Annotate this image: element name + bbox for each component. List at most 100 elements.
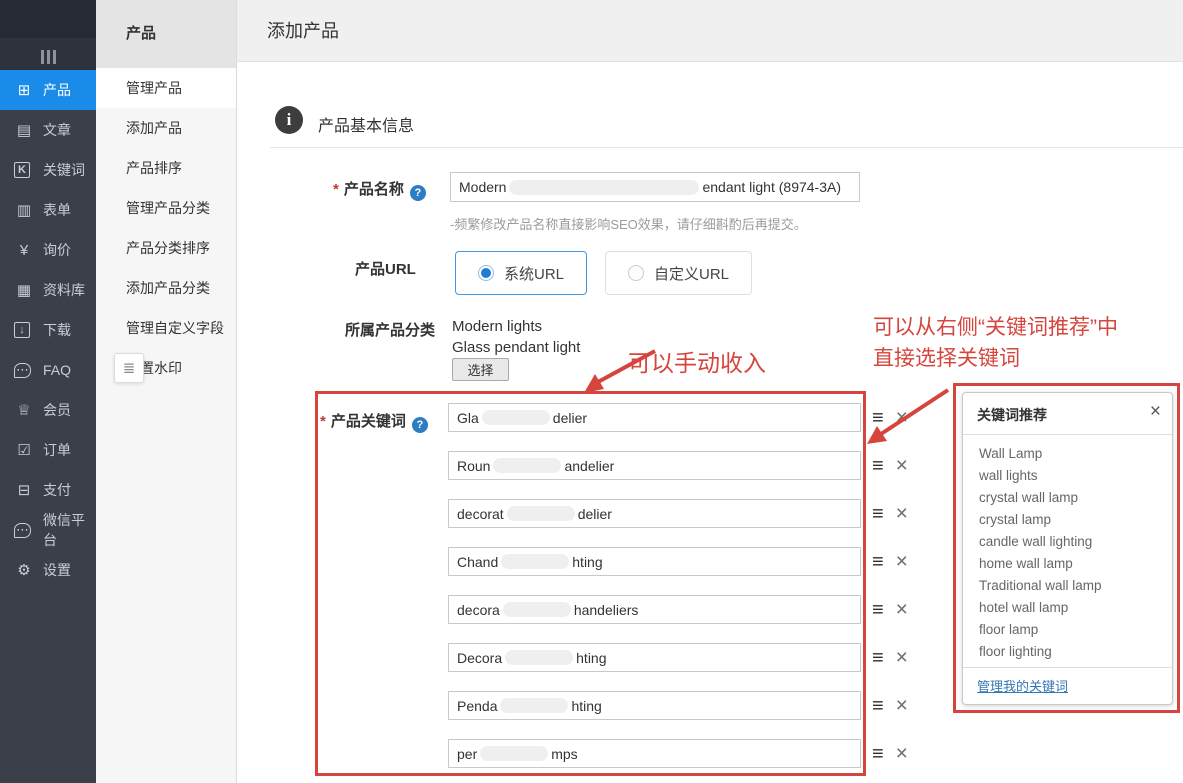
- sidebar-item[interactable]: ▤ 文章: [0, 110, 96, 150]
- recommended-keyword[interactable]: floor lamp: [979, 619, 1172, 641]
- redacted-text: [503, 602, 571, 617]
- sidebar-item[interactable]: ⊞ 产品: [0, 70, 96, 110]
- help-icon[interactable]: ?: [412, 417, 428, 433]
- payment-icon: ⊟: [14, 483, 34, 498]
- keyword-row: decorat delier ≡ ×: [448, 499, 908, 528]
- sidebar-item-label: 订单: [43, 440, 71, 460]
- manage-keywords-link[interactable]: 管理我的关键词: [977, 679, 1068, 694]
- products-grid-icon: ⊞: [14, 83, 34, 98]
- submenu-item[interactable]: 添加产品分类: [96, 268, 236, 308]
- remove-keyword-icon[interactable]: ×: [896, 551, 908, 572]
- submenu-item[interactable]: 添加产品: [96, 108, 236, 148]
- submenu-fold-button[interactable]: ≣: [114, 353, 144, 383]
- submenu-item[interactable]: 管理产品分类: [96, 188, 236, 228]
- recommended-keyword[interactable]: hotel wall lamp: [979, 597, 1172, 619]
- close-icon[interactable]: ×: [1150, 401, 1161, 423]
- info-icon: i: [275, 106, 303, 134]
- submenu-header: 产品: [96, 0, 236, 68]
- keyword-input[interactable]: per mps: [448, 739, 861, 768]
- submenu-item-label: 产品排序: [126, 160, 182, 176]
- drag-handle-icon[interactable]: ≡: [872, 456, 884, 476]
- submenu-item[interactable]: 管理自定义字段: [96, 308, 236, 348]
- required-asterisk: *: [320, 413, 326, 430]
- radio-icon: [628, 265, 644, 281]
- sidebar-item[interactable]: ☑ 订单: [0, 430, 96, 470]
- sidebar-item[interactable]: ⋯ 微信平台: [0, 510, 96, 550]
- keyword-row: Roun andelier ≡ ×: [448, 451, 908, 480]
- drag-handle-icon[interactable]: ≡: [872, 552, 884, 572]
- sidebar-item-label: 询价: [43, 240, 71, 260]
- sidebar-item[interactable]: K 关键词: [0, 150, 96, 190]
- keyword-input[interactable]: Penda hting: [448, 691, 861, 720]
- drag-handle-icon[interactable]: ≡: [872, 744, 884, 764]
- order-icon: ☑: [14, 443, 34, 458]
- url-radio-option[interactable]: 系统URL: [455, 251, 587, 295]
- remove-keyword-icon[interactable]: ×: [896, 743, 908, 764]
- category-values: Modern lights Glass pendant light: [452, 316, 580, 358]
- sidebar-item[interactable]: ♕ 会员: [0, 390, 96, 430]
- sidebar-item[interactable]: ▦ 资料库: [0, 270, 96, 310]
- choose-category-button[interactable]: 选择: [452, 358, 509, 381]
- settings-icon: ⚙: [14, 563, 34, 578]
- annotation-panel-hint: 可以从右侧“关键词推荐”中 直接选择关键词: [873, 312, 1118, 374]
- recommended-keyword[interactable]: crystal wall lamp: [979, 487, 1172, 509]
- recommended-keyword[interactable]: floor lighting: [979, 641, 1172, 663]
- vertical-bars-icon: [41, 50, 44, 64]
- remove-keyword-icon[interactable]: ×: [896, 599, 908, 620]
- remove-keyword-icon[interactable]: ×: [896, 695, 908, 716]
- recommended-keyword[interactable]: candle wall lighting: [979, 531, 1172, 553]
- submenu-item[interactable]: 产品排序: [96, 148, 236, 188]
- remove-keyword-icon[interactable]: ×: [896, 407, 908, 428]
- sidebar-item[interactable]: ⚙ 设置: [0, 550, 96, 590]
- sidebar-item[interactable]: ⋯ FAQ: [0, 350, 96, 390]
- recommended-keyword[interactable]: Traditional wall lamp: [979, 575, 1172, 597]
- form-icon: ▥: [14, 203, 34, 218]
- panel-footer: 管理我的关键词: [963, 667, 1172, 704]
- section-title: 产品基本信息: [318, 112, 414, 136]
- submenu-item[interactable]: 产品分类排序: [96, 228, 236, 268]
- submenu-item-label: 管理自定义字段: [126, 320, 224, 336]
- sidebar-item[interactable]: ⊟ 支付: [0, 470, 96, 510]
- sidebar-item[interactable]: ▥ 表单: [0, 190, 96, 230]
- sidebar-item[interactable]: ¥ 询价: [0, 230, 96, 270]
- remove-keyword-icon[interactable]: ×: [896, 503, 908, 524]
- sidebar-item-label: 设置: [43, 560, 71, 580]
- drag-handle-icon[interactable]: ≡: [872, 504, 884, 524]
- product-name-input[interactable]: Modern endant light (8974-3A): [450, 172, 860, 202]
- help-icon[interactable]: ?: [410, 185, 426, 201]
- submenu-list: 管理产品 添加产品 产品排序 管理产品分类 产品分类排序: [96, 68, 236, 388]
- recommended-keyword[interactable]: home wall lamp: [979, 553, 1172, 575]
- submenu-item-label: 添加产品分类: [126, 280, 210, 296]
- keyword-input[interactable]: Chand hting: [448, 547, 861, 576]
- drag-handle-icon[interactable]: ≡: [872, 696, 884, 716]
- product-url-label: 产品URL: [355, 258, 416, 279]
- category-value: Glass pendant light: [452, 337, 580, 358]
- annotation-manual-entry: 可以手动收入: [628, 344, 766, 378]
- keyword-input[interactable]: Decora hting: [448, 643, 861, 672]
- recommended-keyword[interactable]: crystal lamp: [979, 509, 1172, 531]
- primary-sidebar: ⊞ 产品 ▤ 文章 K 关键词 ▥ 表单: [0, 0, 96, 783]
- keyword-input[interactable]: Roun andelier: [448, 451, 861, 480]
- sidebar-item-label: 表单: [43, 200, 71, 220]
- keyword-input[interactable]: decora handeliers: [448, 595, 861, 624]
- drag-handle-icon[interactable]: ≡: [872, 600, 884, 620]
- keyword-rows: Gla delier ≡ × Roun andelier ≡ ×: [448, 403, 908, 783]
- menu-fold-icon: ≣: [123, 359, 136, 377]
- redacted-text: [480, 746, 548, 761]
- recommended-keyword[interactable]: wall lights: [979, 465, 1172, 487]
- url-radio-option[interactable]: 自定义URL: [605, 251, 752, 295]
- drag-handle-icon[interactable]: ≡: [872, 648, 884, 668]
- drag-handle-icon[interactable]: ≡: [872, 408, 884, 428]
- keyword-input[interactable]: Gla delier: [448, 403, 861, 432]
- product-name-label: *产品名称?: [333, 178, 426, 201]
- sidebar-item-label: 支付: [43, 480, 71, 500]
- sidebar-item[interactable]: ↓ 下载: [0, 310, 96, 350]
- panel-header: 关键词推荐 ×: [963, 393, 1172, 435]
- remove-keyword-icon[interactable]: ×: [896, 455, 908, 476]
- submenu-item[interactable]: 管理产品: [96, 68, 236, 108]
- app-window: ⊞ 产品 ▤ 文章 K 关键词 ▥ 表单: [0, 0, 1183, 783]
- keyword-input[interactable]: decorat delier: [448, 499, 861, 528]
- redacted-text: [493, 458, 561, 473]
- recommended-keyword[interactable]: Wall Lamp: [979, 443, 1172, 465]
- remove-keyword-icon[interactable]: ×: [896, 647, 908, 668]
